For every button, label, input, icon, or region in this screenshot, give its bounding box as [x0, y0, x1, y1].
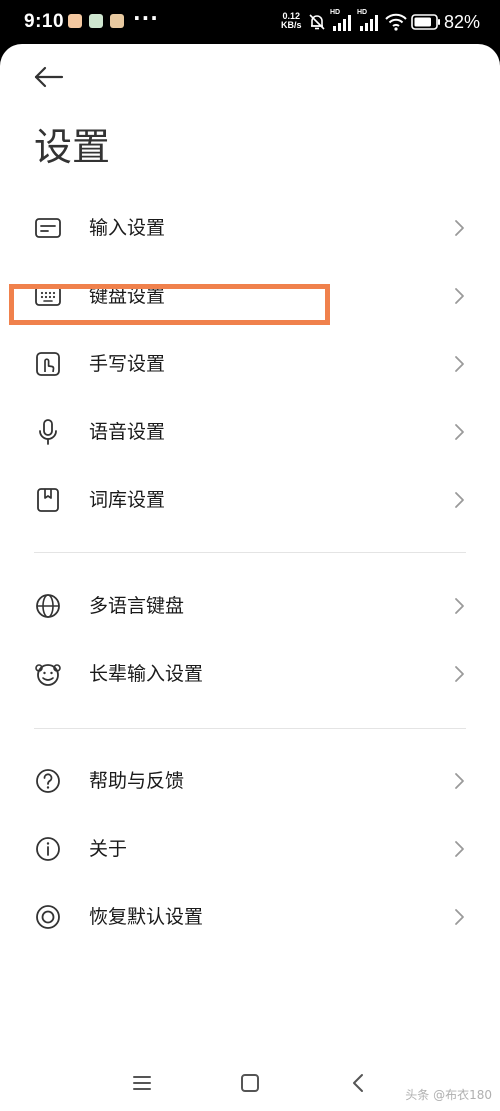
input-settings-icon — [35, 218, 61, 238]
settings-item-keyboard[interactable]: 键盘设置 — [0, 262, 500, 330]
notification-app-icon — [110, 14, 124, 28]
chevron-right-icon — [455, 492, 464, 508]
home-square-icon — [241, 1074, 259, 1092]
status-time: 9:10 — [24, 11, 65, 32]
settings-item-label: 多语言键盘 — [89, 595, 185, 617]
info-icon — [36, 837, 60, 861]
settings-item-label: 帮助与反馈 — [89, 770, 185, 792]
settings-page: 设置 输入设置 键盘设置 手写设置 语音设置 词库设置 多语言键盘 长辈输入设置… — [0, 44, 500, 1111]
back-chevron-icon — [353, 1074, 363, 1092]
network-speed: 0.12 KB/s — [281, 11, 302, 30]
menu-icon — [133, 1076, 151, 1090]
elder-face-icon — [35, 664, 61, 686]
settings-item-label: 手写设置 — [89, 353, 166, 375]
settings-item-label: 输入设置 — [89, 217, 166, 239]
signal-2: HD — [357, 9, 381, 33]
settings-item-dictionary[interactable]: 词库设置 — [0, 466, 500, 534]
chevron-right-icon — [455, 424, 464, 440]
notification-app-icon — [68, 14, 82, 28]
nav-menu-button[interactable] — [129, 1070, 155, 1096]
chevron-right-icon — [455, 773, 464, 789]
chevron-right-icon — [455, 598, 464, 614]
settings-item-label: 长辈输入设置 — [89, 663, 204, 685]
notification-app-icon — [89, 14, 103, 28]
handwriting-icon — [36, 352, 60, 376]
signal-1: HD — [330, 9, 354, 33]
battery-icon — [411, 14, 440, 30]
chevron-right-icon — [455, 841, 464, 857]
divider — [34, 728, 466, 729]
mute-bell-icon — [309, 14, 325, 30]
watermark: 头条 @布衣180 — [405, 1088, 492, 1102]
settings-item-help[interactable]: 帮助与反馈 — [0, 747, 500, 815]
signal-bars-icon — [360, 15, 378, 31]
status-bar: 9:10 ··· 0.12 KB/s HD HD 82% — [0, 0, 500, 44]
more-notifications-icon: ··· — [133, 6, 159, 30]
back-button[interactable] — [32, 62, 66, 92]
battery-percent: 82% — [444, 12, 481, 32]
settings-item-about[interactable]: 关于 — [0, 815, 500, 883]
wifi-icon — [385, 13, 407, 31]
settings-item-elder-input[interactable]: 长辈输入设置 — [0, 640, 500, 708]
settings-item-label: 恢复默认设置 — [89, 906, 204, 928]
settings-item-handwriting[interactable]: 手写设置 — [0, 330, 500, 398]
dictionary-icon — [37, 488, 59, 512]
divider — [34, 552, 466, 553]
restore-icon — [36, 905, 60, 929]
chevron-right-icon — [455, 220, 464, 236]
chevron-right-icon — [455, 356, 464, 372]
help-icon — [36, 769, 60, 793]
chevron-right-icon — [455, 909, 464, 925]
signal-bars-icon — [333, 15, 351, 31]
nav-home-button[interactable] — [237, 1070, 263, 1096]
microphone-icon — [39, 419, 57, 445]
settings-item-label: 关于 — [89, 838, 128, 860]
chevron-right-icon — [455, 666, 464, 682]
settings-item-label: 语音设置 — [89, 421, 166, 443]
chevron-right-icon — [455, 288, 464, 304]
settings-item-multilanguage[interactable]: 多语言键盘 — [0, 572, 500, 640]
page-title: 设置 — [34, 125, 111, 169]
settings-item-voice[interactable]: 语音设置 — [0, 398, 500, 466]
settings-item-input[interactable]: 输入设置 — [0, 194, 500, 262]
settings-item-label: 词库设置 — [89, 489, 166, 511]
settings-item-label: 键盘设置 — [89, 285, 166, 307]
globe-icon — [36, 594, 60, 618]
keyboard-icon — [35, 286, 61, 306]
back-arrow-icon — [34, 66, 64, 88]
nav-back-button[interactable] — [345, 1070, 371, 1096]
settings-item-restore-default[interactable]: 恢复默认设置 — [0, 883, 500, 951]
